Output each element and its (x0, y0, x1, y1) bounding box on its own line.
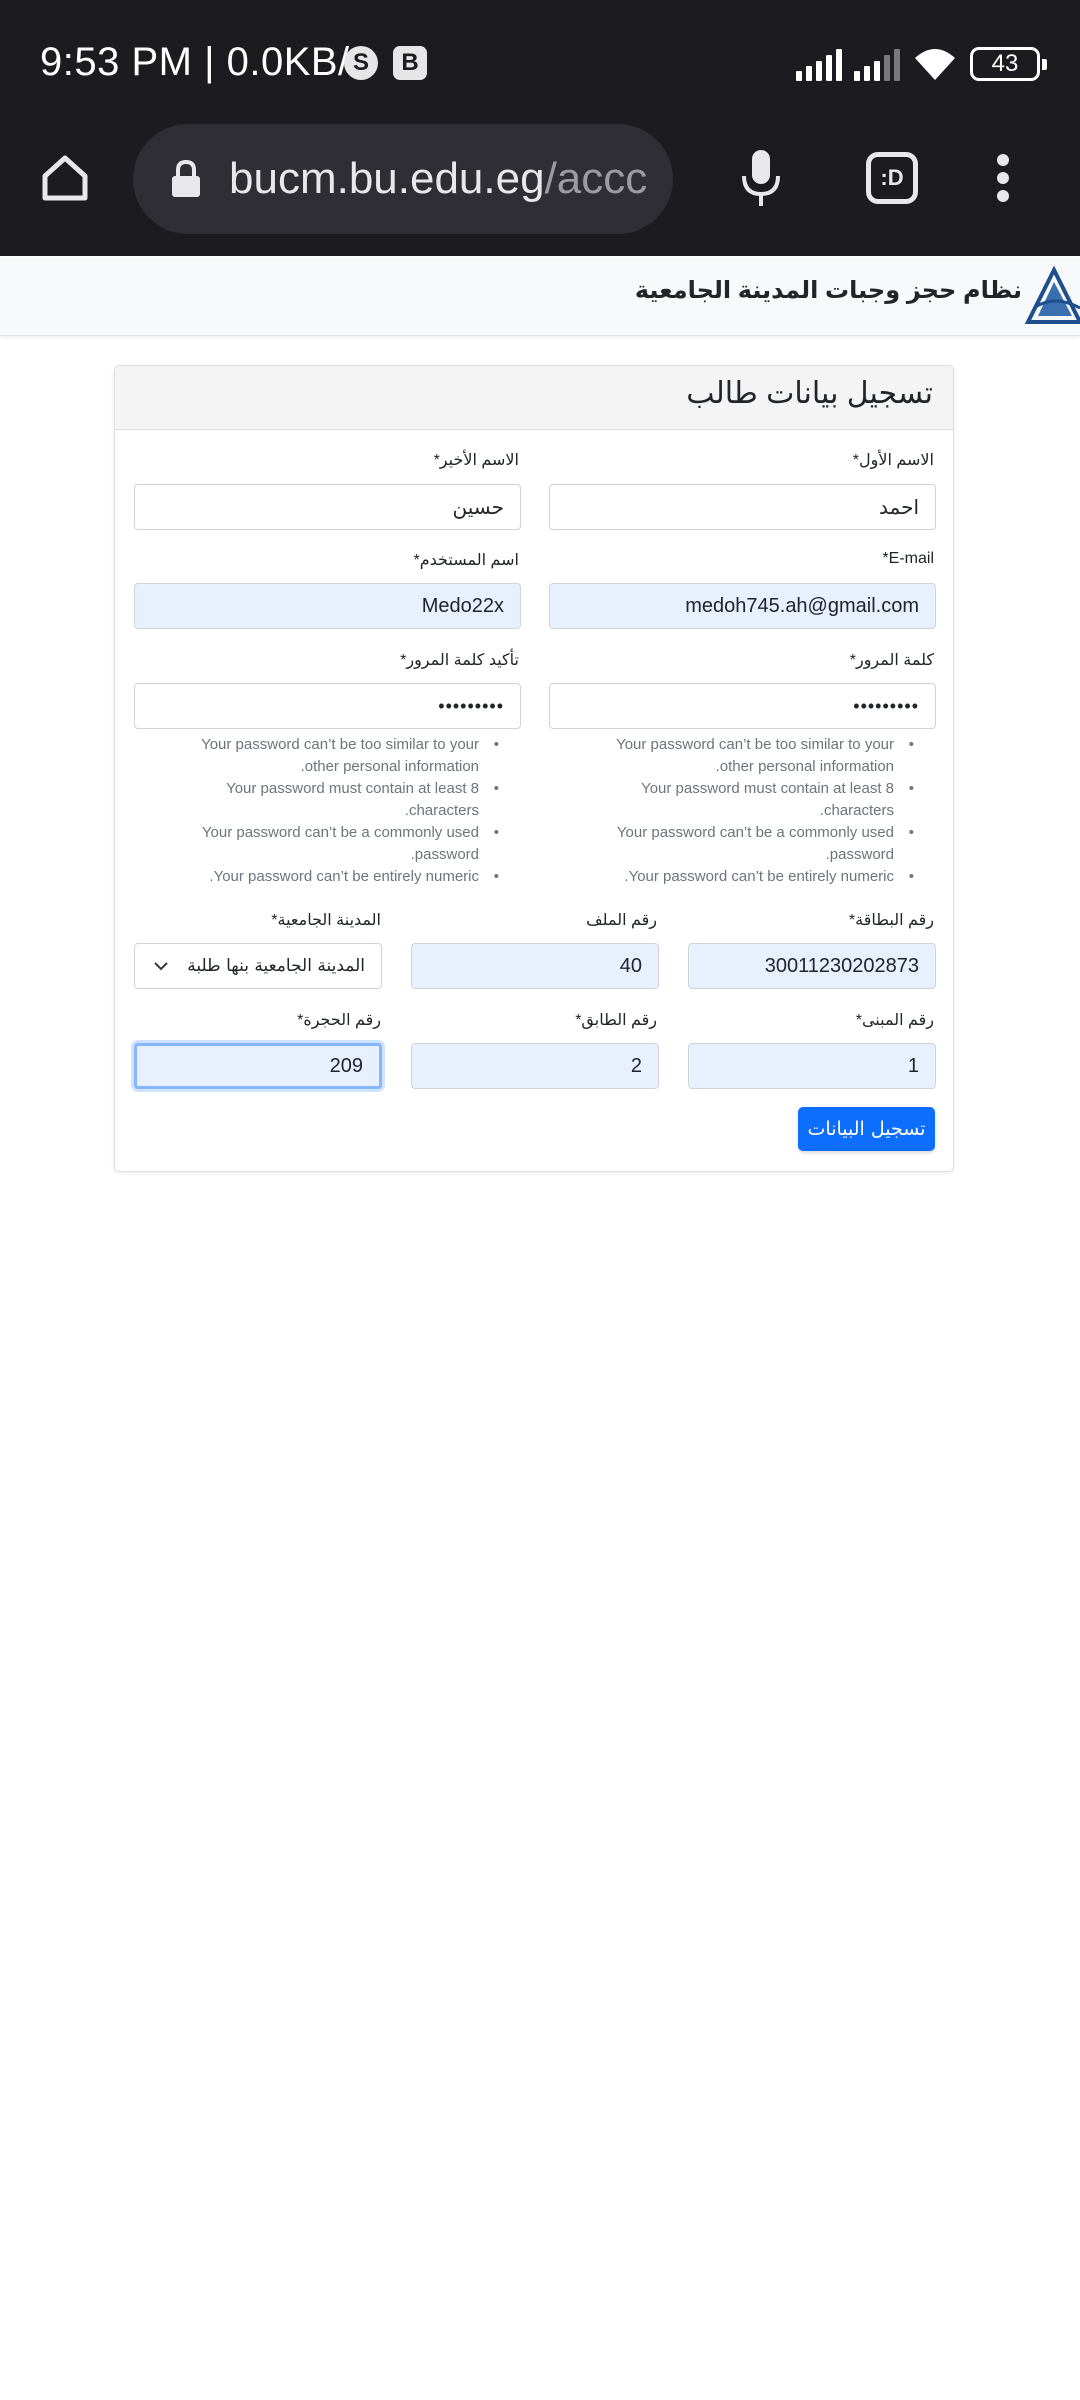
password-confirm-help-list: Your password can’t be too similar to yo… (169, 734, 499, 888)
notification-app-icon: S (344, 46, 378, 80)
more-icon (997, 154, 1009, 202)
signal-icon (796, 47, 842, 81)
home-button[interactable] (15, 128, 115, 228)
site-brand[interactable]: نظام حجز وجبات المدينة الجامعية (635, 276, 1022, 305)
submit-button[interactable]: تسجيل البيانات (798, 1107, 935, 1151)
university-logo-icon[interactable] (1024, 264, 1080, 328)
lock-icon (172, 159, 200, 197)
voice-search-button[interactable] (711, 128, 811, 228)
first-name-input[interactable]: احمد (549, 484, 936, 530)
password-input[interactable]: ••••••••• (549, 683, 936, 729)
last-name-input[interactable]: حسين (134, 484, 521, 530)
university-city-value: المدينة الجامعية بنها طلبة (187, 956, 365, 976)
card-number-input[interactable]: 30011230202873 (688, 943, 936, 989)
home-icon (42, 155, 88, 201)
card-header: تسجيل بيانات طالب (115, 366, 953, 430)
password-help-item: Your password can’t be entirely numeric. (169, 866, 499, 888)
password-confirm-label: تأكيد كلمة المرور* (400, 652, 519, 669)
system-bar: 9:53 PM | 0.0KB/s S B 43 bucm.bu.edu.eg/… (0, 0, 1080, 256)
mic-icon (742, 150, 780, 206)
chevron-down-icon (154, 962, 168, 971)
room-number-label: رقم الحجرة* (297, 1012, 381, 1029)
file-number-input[interactable]: 40 (411, 943, 659, 989)
room-number-input[interactable]: 209 (134, 1043, 382, 1089)
card-number-label: رقم البطاقة* (848, 912, 934, 929)
username-label: اسم المستخدم* (413, 552, 519, 569)
password-help-list: Your password can’t be too similar to yo… (584, 734, 914, 888)
password-help-item: Your password must contain at least 8 ch… (584, 778, 914, 822)
password-help-item: Your password can’t be a commonly used p… (169, 822, 499, 866)
password-help-item: Your password can’t be too similar to yo… (584, 734, 914, 778)
password-help-item: Your password can’t be a commonly used p… (584, 822, 914, 866)
first-name-label: الاسم الأول* (852, 452, 934, 469)
building-number-label: رقم المبنى* (855, 1012, 934, 1029)
site-navbar: نظام حجز وجبات المدينة الجامعية (0, 258, 1080, 336)
floor-number-label: رقم الطابق* (575, 1012, 657, 1029)
file-number-label: رقم الملف (586, 912, 657, 929)
university-city-label: المدينة الجامعية* (271, 912, 381, 929)
password-label: كلمة المرور* (849, 652, 934, 669)
signal-icon-sim2 (854, 47, 900, 81)
username-input[interactable]: Medo22x (134, 583, 521, 629)
building-number-input[interactable]: 1 (688, 1043, 936, 1089)
email-input[interactable]: medoh745.ah@gmail.com (549, 583, 936, 629)
last-name-label: الاسم الأخير* (433, 452, 519, 469)
battery-icon: 43 (970, 47, 1047, 81)
notification-app-icon-b: B (393, 46, 427, 80)
tab-switcher-button[interactable]: :D (842, 128, 942, 228)
url-bar[interactable]: bucm.bu.edu.eg/accc (133, 124, 673, 234)
password-help-item: Your password must contain at least 8 ch… (169, 778, 499, 822)
email-label: E-mail* (882, 550, 934, 567)
university-city-select[interactable]: المدينة الجامعية بنها طلبة (134, 943, 382, 989)
card-title: تسجيل بيانات طالب (686, 377, 933, 410)
status-time: 9:53 PM | 0.0KB/s (40, 40, 371, 84)
status-indicators: 43 (796, 42, 1047, 86)
password-help-item: Your password can’t be entirely numeric. (584, 866, 914, 888)
password-help-item: Your password can’t be too similar to yo… (169, 734, 499, 778)
wifi-icon (915, 49, 955, 80)
registration-card: تسجيل بيانات طالب الاسم الأول* احمد الاس… (114, 365, 954, 1172)
password-confirm-input[interactable]: ••••••••• (134, 683, 521, 729)
url-text: bucm.bu.edu.eg/accc (229, 154, 648, 203)
floor-number-input[interactable]: 2 (411, 1043, 659, 1089)
tabs-icon: :D (866, 152, 918, 204)
menu-button[interactable] (953, 128, 1053, 228)
